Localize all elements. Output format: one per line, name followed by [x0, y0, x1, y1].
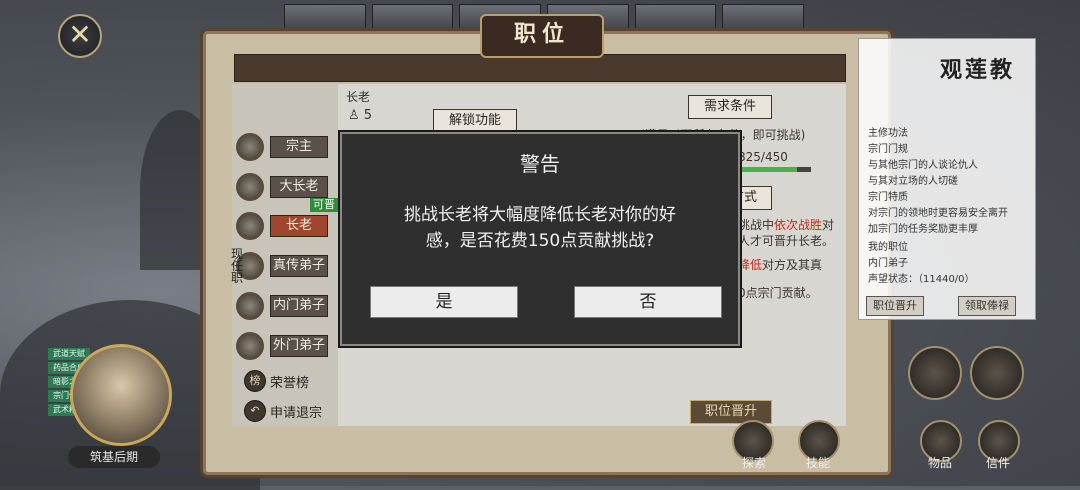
- confirm-no-button[interactable]: 否: [574, 286, 722, 318]
- dialog-message: 挑战长老将大幅度降低长老对你的好 感，是否花费150点贡献挑战?: [392, 202, 688, 254]
- warning-dialog: 警告 挑战长老将大幅度降低长老对你的好 感，是否花费150点贡献挑战? 是 否: [340, 132, 740, 346]
- dialog-message-line: 挑战长老将大幅度降低长老对你的好: [404, 205, 676, 225]
- dialog-title: 警告: [520, 152, 560, 176]
- confirm-yes-button[interactable]: 是: [370, 286, 518, 318]
- frame-title: 职位: [480, 14, 604, 58]
- dialog-message-line: 感，是否花费150点贡献挑战?: [425, 231, 655, 251]
